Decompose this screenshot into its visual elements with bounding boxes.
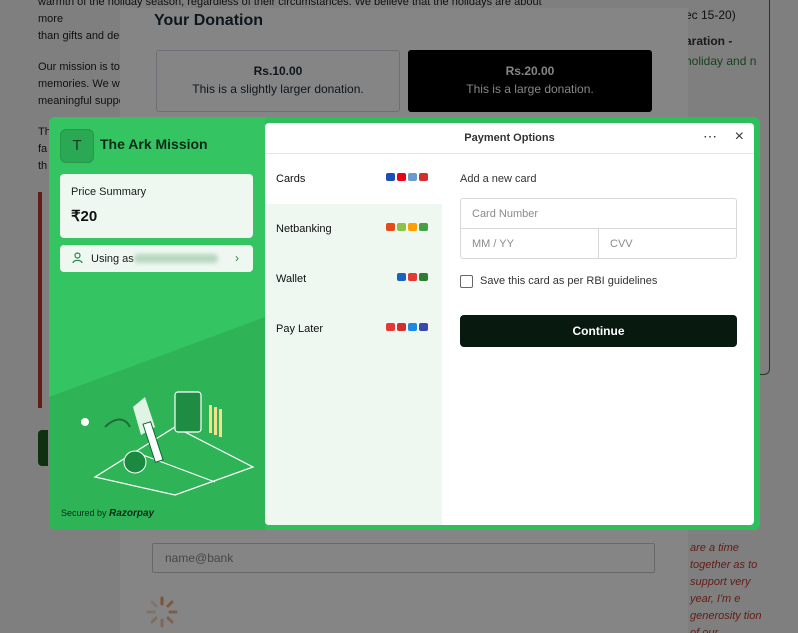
bank-icon <box>408 223 417 231</box>
card-network-icons <box>386 173 428 181</box>
payment-options-title: Payment Options <box>464 132 555 144</box>
cricket-illustration <box>81 391 255 496</box>
price-summary-card: Price Summary ₹20 <box>60 174 253 238</box>
checkout-summary-panel: T The Ark Mission Price Summary ₹20 Usin… <box>49 117 265 530</box>
add-card-label: Add a new card <box>460 173 537 185</box>
cvv-input[interactable]: CVV <box>598 228 737 259</box>
maestro-icon <box>419 173 428 181</box>
bank-icon <box>419 223 428 231</box>
more-options-icon[interactable]: ⋯ <box>703 128 718 145</box>
method-pay-later[interactable]: Pay Later <box>265 304 442 354</box>
rupay-icon <box>408 173 417 181</box>
method-label: Cards <box>276 173 306 185</box>
pay-later-icon <box>397 323 406 331</box>
card-number-input[interactable]: Card Number <box>460 198 737 229</box>
secured-by: Secured by Razorpay <box>61 508 154 519</box>
mastercard-icon <box>397 173 406 181</box>
using-as-label: Using as <box>91 253 134 265</box>
wallet-icon <box>408 273 417 281</box>
continue-button[interactable]: Continue <box>460 315 737 347</box>
user-icon <box>72 252 83 264</box>
chevron-right-icon: › <box>235 251 239 265</box>
razorpay-logo: Razorpay <box>109 508 155 519</box>
price-summary-label: Price Summary <box>71 186 147 198</box>
method-label: Netbanking <box>276 223 332 235</box>
pay-later-icons <box>386 323 428 331</box>
secured-prefix: Secured by <box>61 508 107 518</box>
using-as-contact[interactable]: Using as › <box>60 245 253 272</box>
visa-icon <box>386 173 395 181</box>
pay-later-icon <box>419 323 428 331</box>
payment-checkout: T The Ark Mission Price Summary ₹20 Usin… <box>49 117 760 530</box>
merchant-logo: T <box>60 129 94 163</box>
method-label: Wallet <box>276 273 307 285</box>
pay-later-icon <box>386 323 395 331</box>
method-label: Pay Later <box>276 323 324 335</box>
save-card-checkbox[interactable] <box>460 275 473 288</box>
method-netbanking[interactable]: Netbanking <box>265 204 442 254</box>
wallet-icon <box>397 273 406 281</box>
save-card-label: Save this card as per RBI guidelines <box>480 275 658 287</box>
wallet-icons <box>397 273 428 281</box>
masked-contact <box>134 254 218 263</box>
payment-options-panel: Payment Options ⋯ × Cards Netbanking Wal… <box>265 123 754 525</box>
bank-icons <box>386 223 428 231</box>
close-icon[interactable]: × <box>735 128 744 146</box>
merchant-name: The Ark Mission <box>100 136 208 152</box>
bank-icon <box>386 223 395 231</box>
payment-methods-list: Cards Netbanking Wallet Pay Later <box>265 154 442 525</box>
price-value: ₹20 <box>71 208 98 225</box>
expiry-input[interactable]: MM / YY <box>460 228 599 259</box>
wallet-icon <box>419 273 428 281</box>
method-cards[interactable]: Cards <box>265 154 442 204</box>
bank-icon <box>397 223 406 231</box>
pay-later-icon <box>408 323 417 331</box>
method-wallet[interactable]: Wallet <box>265 254 442 304</box>
